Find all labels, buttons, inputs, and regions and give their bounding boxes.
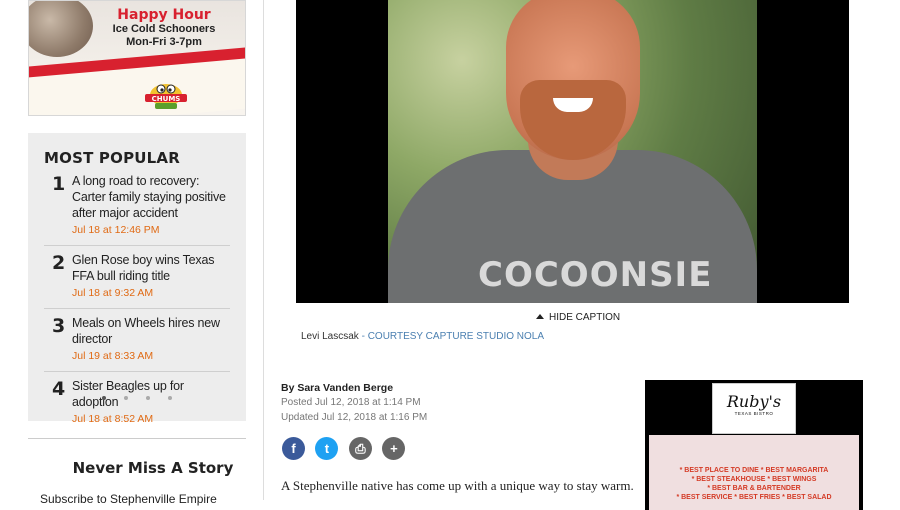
rubys-ad[interactable]: Ruby's TEXAS BISTRO * BEST PLACE TO DINE… bbox=[645, 380, 863, 510]
ad-line-2: Ice Cold Schooners bbox=[112, 23, 216, 35]
story-date: Jul 18 at 9:32 AM bbox=[72, 287, 154, 299]
chums-logo: CHUMS bbox=[145, 84, 187, 109]
photo-shirt-text: COCOONSIE bbox=[478, 255, 713, 295]
facebook-icon[interactable]: f bbox=[282, 437, 305, 460]
hide-caption-button[interactable]: HIDE CAPTION bbox=[536, 312, 620, 323]
rubys-logo-sub: TEXAS BISTRO bbox=[734, 411, 774, 416]
award-line: * BEST SERVICE * BEST FRIES * BEST SALAD bbox=[676, 494, 832, 501]
caret-up-icon bbox=[536, 314, 544, 319]
award-line: * BEST PLACE TO DINE * BEST MARGARITA bbox=[679, 467, 829, 474]
rubys-awards: * BEST PLACE TO DINE * BEST MARGARITA * … bbox=[649, 466, 859, 502]
list-item[interactable]: 1 A long road to recovery: Carter family … bbox=[44, 167, 230, 246]
caption-credit: - COURTESY CAPTURE STUDIO NOLA bbox=[361, 331, 545, 342]
list-item[interactable]: 2 Glen Rose boy wins Texas FFA bull ridin… bbox=[44, 246, 230, 309]
column-divider bbox=[263, 0, 264, 500]
story-title[interactable]: A long road to recovery: Carter family s… bbox=[72, 173, 230, 221]
logo-text: CHUMS bbox=[152, 95, 181, 103]
sidebar-divider bbox=[28, 438, 246, 439]
list-item[interactable]: 3 Meals on Wheels hires new director Jul 1… bbox=[44, 309, 230, 372]
print-icon[interactable]: ⎙ bbox=[348, 437, 372, 460]
story-date: Jul 19 at 8:33 AM bbox=[72, 350, 154, 362]
rubys-logo-name: Ruby's bbox=[726, 392, 782, 411]
photo-image: COCOONSIE bbox=[388, 0, 757, 303]
photo-caption: Levi Lascsak - COURTESY CAPTURE STUDIO N… bbox=[301, 331, 544, 342]
carousel-dot[interactable] bbox=[168, 396, 172, 400]
rank-number: 3 bbox=[52, 315, 66, 337]
story-date: Jul 18 at 12:46 PM bbox=[72, 224, 160, 236]
rank-number: 1 bbox=[52, 173, 66, 195]
article-lede: A Stephenville native has come up with a… bbox=[281, 478, 634, 493]
article-byline[interactable]: By Sara Vanden Berge bbox=[281, 382, 393, 394]
share-buttons: f t ⎙ + bbox=[282, 437, 411, 460]
most-popular-widget: MOST POPULAR 1 A long road to recovery: C… bbox=[28, 133, 246, 425]
newsletter-subtext: Subscribe to Stephenville Empire bbox=[40, 492, 217, 506]
carousel-dots bbox=[28, 387, 246, 405]
ad-line-3: Mon-Fri 3-7pm bbox=[126, 36, 202, 48]
newsletter-heading: Never Miss A Story bbox=[72, 459, 234, 477]
ad-headline: Happy Hour bbox=[117, 7, 211, 23]
story-title[interactable]: Glen Rose boy wins Texas FFA bull riding… bbox=[72, 252, 230, 284]
plus-icon[interactable]: + bbox=[382, 437, 406, 460]
hide-caption-label: HIDE CAPTION bbox=[549, 312, 621, 323]
article-updated-date: Updated Jul 12, 2018 at 1:16 PM bbox=[281, 412, 428, 423]
twitter-icon[interactable]: t bbox=[315, 437, 339, 460]
carousel-dot[interactable] bbox=[124, 396, 128, 400]
story-date: Jul 18 at 8:52 AM bbox=[72, 413, 154, 425]
award-line: * BEST BAR & BARTENDER bbox=[707, 485, 801, 492]
carousel-dot[interactable] bbox=[146, 396, 150, 400]
carousel-dot[interactable] bbox=[102, 396, 106, 400]
article-photo[interactable]: COCOONSIE bbox=[296, 0, 849, 303]
caption-name: Levi Lascsak bbox=[301, 331, 359, 342]
article-posted-date: Posted Jul 12, 2018 at 1:14 PM bbox=[281, 397, 421, 408]
award-line: * BEST STEAKHOUSE * BEST WINGS bbox=[691, 476, 817, 483]
sidebar-ad[interactable]: Happy Hour Ice Cold Schooners Mon-Fri 3-… bbox=[28, 0, 246, 116]
rubys-logo: Ruby's TEXAS BISTRO bbox=[712, 383, 796, 434]
story-title[interactable]: Meals on Wheels hires new director bbox=[72, 315, 230, 347]
ad-food-image bbox=[29, 1, 93, 57]
rank-number: 2 bbox=[52, 252, 66, 274]
most-popular-heading: MOST POPULAR bbox=[44, 149, 180, 167]
